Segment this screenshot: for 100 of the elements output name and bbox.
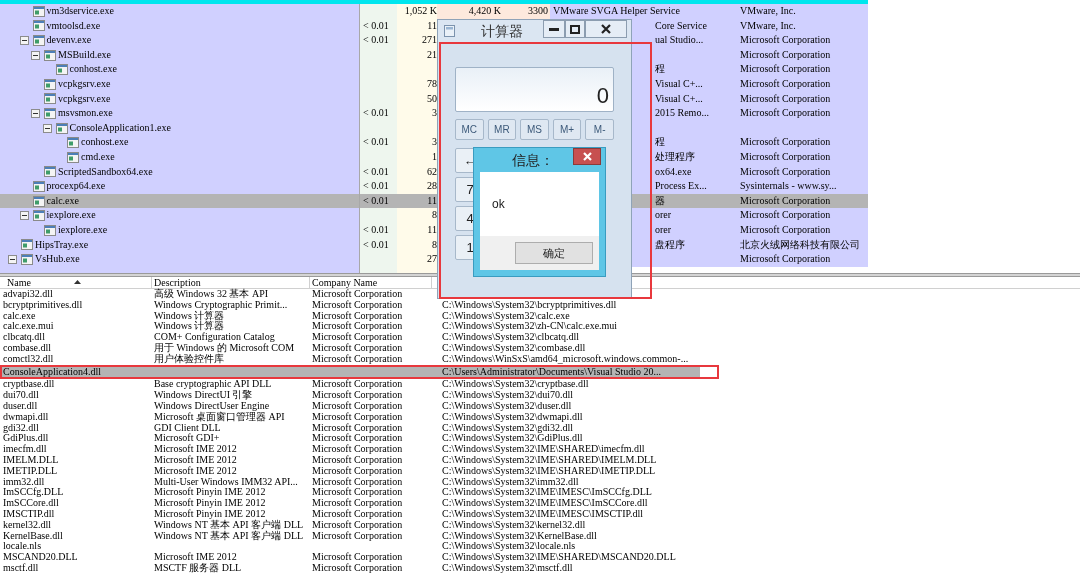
company-name: Microsoft Corporation [312, 378, 403, 390]
process-name: vcpkgsrv.exe [58, 76, 111, 91]
dialog-message: ok [492, 196, 505, 213]
process-name: VsHub.exe [35, 252, 80, 267]
dll-row[interactable]: cryptbase.dll Base cryptographic API DLL Microsoft Corporation C:\Windows\System32\cryptbase.dll [0, 379, 1080, 391]
dll-row[interactable]: locale.nls C:\Windows\System32\locale.nls [0, 541, 1080, 553]
dialog-title: 信息： [511, 150, 555, 170]
table-cell: 程 [632, 62, 738, 77]
dll-description: Multi-User Windows IMM32 API... [154, 475, 298, 487]
company-name: Microsoft Corporation [312, 410, 403, 422]
app-icon [55, 64, 68, 76]
maximize-button[interactable] [565, 20, 585, 38]
company-name: Microsoft Corporation [312, 298, 403, 310]
process-name: ScriptedSandbox64.exe [58, 164, 153, 179]
dll-row[interactable]: clbcatq.dll COM+ Configuration Catalog Microsoft Corporation C:\Windows\System32\clbcatq.dll [0, 332, 1080, 343]
file-path: C:\Windows\WinSxS\amd64_microsoft.windows.common-... [442, 352, 689, 364]
minimize-button[interactable] [543, 20, 565, 38]
company-name: Microsoft Corporation [312, 529, 403, 541]
dll-row[interactable]: bcryptprimitives.dll Windows Cryptographic Primit... Microsoft Corporation C:\Windows\System32\bcryptprimitives.dll [0, 299, 1080, 311]
dll-row[interactable]: dui70.dll Windows DirectUI 引擎 Microsoft Corporation C:\Windows\System32\dui70.dll [0, 390, 1080, 401]
table-cell: 1,052 K [397, 4, 437, 19]
company-name: Microsoft Corporation [312, 453, 403, 465]
dll-row[interactable]: duser.dll Windows DirectUser Engine Microsoft Corporation C:\Windows\System32\duser.dll [0, 400, 1080, 412]
company-name: Microsoft Corporation [312, 421, 403, 433]
company-name: Microsoft Corporation [312, 443, 403, 455]
dll-row[interactable]: IMELM.DLL Microsoft IME 2012 Microsoft Corporation C:\Windows\System32\IME\SHARED\IMELM.DLL [0, 454, 1080, 466]
dll-row[interactable]: gdi32.dll GDI Client DLL Microsoft Corporation C:\Windows\System32\gdi32.dll [0, 422, 1080, 434]
dll-row[interactable]: ImSCCfg.DLL Microsoft Pinyin IME 2012 Microsoft Corporation C:\Windows\System32\IME\IMESC\ImSCCfg.DLL [0, 487, 1080, 499]
collapse-toggle[interactable] [42, 123, 52, 133]
dll-name: GdiPlus.dll [3, 432, 49, 444]
table-cell: < 0.01 [360, 33, 397, 48]
dll-row[interactable]: calc.exe.mui Windows 计算器 Microsoft Corporation C:\Windows\System32\zh-CN\calc.exe.mui [0, 321, 1080, 333]
dll-description: Base cryptographic API DLL [154, 378, 272, 390]
dll-row[interactable]: IMETIP.DLL Microsoft IME 2012 Microsoft Corporation C:\Windows\System32\IME\SHARED\IMETIP.DLL [0, 465, 1080, 477]
process-name: vm3dservice.exe [46, 4, 114, 18]
memory-key[interactable]: MC [455, 119, 484, 140]
collapse-toggle[interactable] [8, 254, 17, 264]
file-path: C:\Windows\System32\gdi32.dll [442, 421, 573, 433]
dll-row[interactable]: ConsoleApplication4.dll C:\Users\Administrator\Documents\Visual Studio 20... [0, 366, 700, 378]
dll-row[interactable]: comctl32.dll 用户体验控件库 Microsoft Corporation C:\Windows\WinSxS\amd64_microsoft.windows.common-... [0, 353, 1080, 365]
table-cell: 程 [632, 135, 738, 150]
window-title: 计算器 [481, 21, 523, 41]
memory-key[interactable]: MS [520, 119, 549, 140]
dll-row[interactable]: imm32.dll Multi-User Windows IMM32 API... Microsoft Corporation C:\Windows\System32\imm32.dll [0, 476, 1080, 488]
dll-row[interactable]: ImSCCore.dll Microsoft Pinyin IME 2012 Microsoft Corporation C:\Windows\System32\IME\IMESC\ImSCCore.dll [0, 498, 1080, 509]
file-path: C:\Windows\System32\IME\SHARED\imecfm.dll [442, 443, 645, 455]
process-row[interactable]: VsHub.exe [0, 252, 360, 267]
app-icon [32, 195, 45, 207]
collapse-toggle[interactable] [19, 211, 29, 221]
collapse-toggle[interactable] [31, 50, 40, 60]
process-row[interactable]: conhost.exe [0, 135, 360, 150]
process-name: msvsmon.exe [58, 106, 113, 121]
process-row[interactable]: iexplore.exe [0, 208, 360, 223]
column-header[interactable]: Company Name [312, 277, 378, 288]
process-name: iexplore.exe [46, 208, 96, 223]
close-button[interactable] [585, 20, 627, 38]
dll-row[interactable]: advapi32.dll 高级 Windows 32 基本 API Microsoft Corporation [0, 289, 1080, 300]
app-icon [44, 49, 56, 61]
dll-name: ConsoleApplication4.dll [3, 365, 102, 377]
company-name: Microsoft Corporation [312, 352, 403, 364]
app-icon [55, 122, 68, 134]
collapse-toggle[interactable] [19, 36, 29, 45]
file-path: C:\Windows\System32\locale.nls [442, 540, 576, 552]
dll-row[interactable]: msctf.dll MSCTF 服务器 DLL Microsoft Corporation C:\Windows\System32\msctf.dll [0, 562, 1080, 574]
table-cell: 4,420 K [437, 4, 505, 19]
process-row[interactable]: devenv.exe [0, 33, 360, 48]
process-name: ConsoleApplication1.exe [69, 120, 171, 135]
process-row[interactable]: procexp64.exe [0, 179, 360, 194]
collapse-toggle[interactable] [31, 108, 40, 118]
dll-row[interactable]: calc.exe Windows 计算器 Microsoft Corporation C:\Windows\System32\calc.exe [0, 310, 1080, 322]
process-row[interactable]: conhost.exe [0, 62, 360, 77]
dll-row[interactable]: combase.dll 用于 Windows 的 Microsoft COM Microsoft Corporation C:\Windows\System32\combase.dll [0, 343, 1080, 354]
table-cell: Microsoft Corporation [738, 135, 868, 150]
dll-row[interactable]: KernelBase.dll Windows NT 基本 API 客户端 DLL Microsoft Corporation C:\Windows\System32\KernelBase.dll [0, 530, 1080, 542]
display-value: 0 [596, 85, 609, 107]
ok-button[interactable]: 确定 [515, 242, 593, 264]
dll-description: Windows 计算器 [154, 320, 225, 332]
close-button[interactable] [573, 148, 601, 165]
dll-name: IMELM.DLL [3, 453, 59, 465]
memory-key[interactable]: MR [487, 119, 517, 140]
dll-description: 用户体验控件库 [154, 352, 224, 364]
dll-row[interactable]: IMSCTIP.dll Microsoft Pinyin IME 2012 Microsoft Corporation C:\Windows\System32\IME\IMESC\IMSCTIP.dll [0, 508, 1080, 520]
process-row[interactable]: msvsmon.exe [0, 106, 360, 121]
dll-row[interactable]: GdiPlus.dll Microsoft GDI+ Microsoft Corporation C:\Windows\System32\GdiPlus.dll [0, 433, 1080, 445]
dll-row[interactable]: dwmapi.dll Microsoft 桌面窗口管理器 API Microsoft Corporation C:\Windows\System32\dwmapi.dll [0, 411, 1080, 423]
company-name: Microsoft Corporation [312, 475, 403, 487]
close-icon [601, 24, 611, 34]
process-name: MSBuild.exe [58, 47, 112, 62]
dll-row[interactable]: MSCAND20.DLL Microsoft IME 2012 Microsoft Corporation C:\Windows\System32\IME\SHARED\MSCAND20.DLL [0, 552, 1080, 563]
process-row[interactable]: vm3dservice.exe [0, 4, 360, 19]
memory-key[interactable]: M+ [552, 119, 582, 140]
column-header[interactable]: Name [7, 277, 31, 288]
dll-row[interactable]: imecfm.dll Microsoft IME 2012 Microsoft Corporation C:\Windows\System32\IME\SHARED\imecfm.dll [0, 444, 1080, 455]
file-path: C:\Windows\System32\msctf.dll [442, 561, 573, 573]
memory-key[interactable]: M- [585, 119, 614, 140]
dll-name: calc.exe [3, 309, 36, 321]
column-header[interactable]: Description [154, 277, 201, 288]
dll-description: 用于 Windows 的 Microsoft COM [154, 342, 295, 353]
minimize-icon [549, 27, 559, 31]
dll-row[interactable]: kernel32.dll Windows NT 基本 API 客户端 DLL Microsoft Corporation C:\Windows\System32\kernel32.dll [0, 519, 1080, 531]
